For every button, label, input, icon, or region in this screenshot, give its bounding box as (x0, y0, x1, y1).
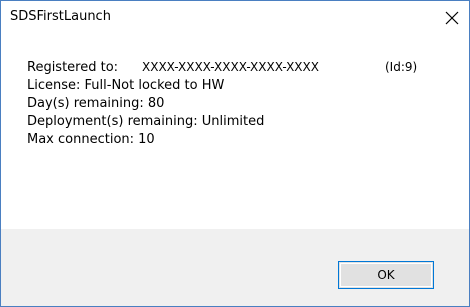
ok-button[interactable]: OK (338, 261, 434, 289)
registered-to-value: XXXX-XXXX-XXXX-XXXX-XXXX (142, 60, 319, 74)
window-title: SDSFirstLaunch (10, 9, 111, 24)
dialog-window: SDSFirstLaunch Registered to: XXXX-XXXX-… (0, 0, 470, 307)
registration-id: (Id:9) (385, 60, 418, 74)
days-remaining-text: Day(s) remaining: 80 (27, 96, 165, 111)
registered-to-label: Registered to: (27, 60, 119, 75)
license-text: License: Full-Not locked to HW (27, 78, 225, 93)
dialog-footer: OK (1, 229, 469, 306)
max-connection-text: Max connection: 10 (27, 132, 155, 147)
close-icon (445, 11, 459, 24)
deployments-remaining-text: Deployment(s) remaining: Unlimited (27, 114, 265, 129)
title-bar: SDSFirstLaunch (1, 1, 469, 34)
close-button[interactable] (435, 1, 469, 34)
